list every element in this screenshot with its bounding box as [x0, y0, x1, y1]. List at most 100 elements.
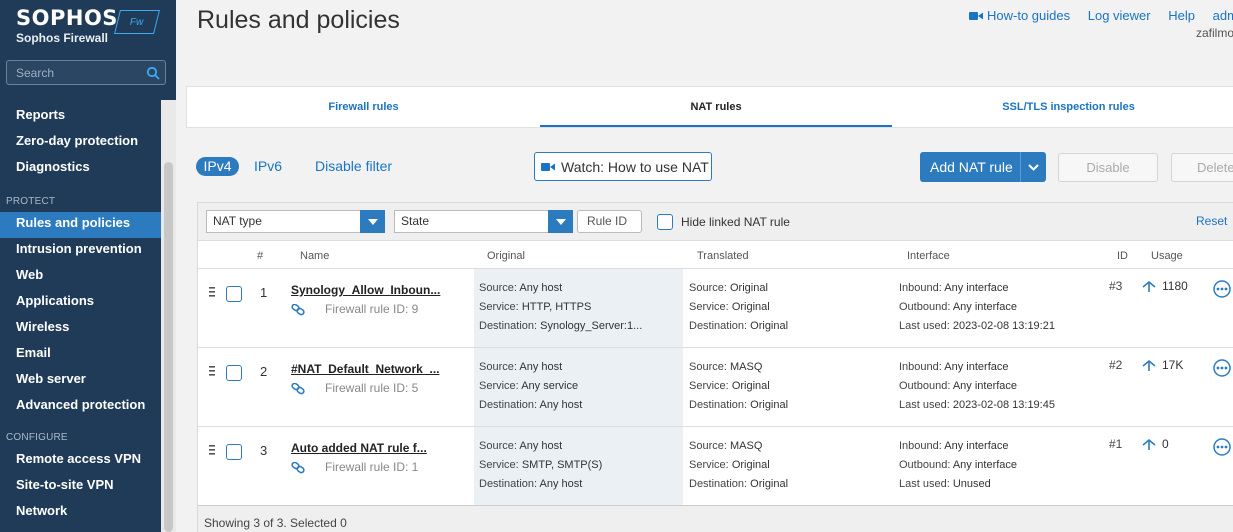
sidebar: SOPHOS Sophos Firewall Fw Reports Zero-d… [0, 0, 176, 532]
nav-item-web-server[interactable]: Web server [0, 368, 161, 394]
add-dropdown-toggle[interactable] [1021, 163, 1046, 171]
row-number: 3 [260, 443, 268, 458]
interface-cell: Inbound: Any interface Outbound: Any int… [899, 437, 1017, 494]
table-row[interactable]: 1 Synology_Allow_Inboun... Firewall rule… [198, 269, 1233, 348]
nav-item-intrusion-prevention[interactable]: Intrusion prevention [0, 238, 161, 264]
more-options-icon[interactable] [1213, 280, 1231, 298]
col-original[interactable]: Original [487, 250, 525, 262]
user-name: zafilmo [1196, 26, 1233, 40]
label-service: Service: [479, 459, 519, 471]
search-box[interactable] [6, 60, 166, 85]
row-checkbox[interactable] [226, 365, 242, 381]
nav-item-remote-access-vpn[interactable]: Remote access VPN [0, 448, 161, 474]
drag-handle-icon[interactable] [208, 287, 216, 297]
nat-type-select[interactable]: NAT type [206, 210, 385, 233]
rule-name-link[interactable]: Auto added NAT rule f... [291, 439, 427, 458]
nav-item-site-to-site-vpn[interactable]: Site-to-site VPN [0, 474, 161, 500]
rule-name-link[interactable]: Synology_Allow_Inboun... [291, 281, 440, 300]
row-number: 1 [260, 285, 268, 300]
tr-service: Original [731, 459, 770, 471]
add-nat-rule-button[interactable]: Add NAT rule [920, 152, 1046, 182]
row-checkbox[interactable] [226, 444, 242, 460]
nav-item-rules-and-policies[interactable]: Rules and policies [0, 212, 161, 238]
top-links: How-to guides Log viewer Help admin [969, 8, 1233, 23]
log-viewer-link[interactable]: Log viewer [1088, 8, 1151, 23]
video-camera-icon [969, 12, 983, 20]
nav-item-advanced-protection[interactable]: Advanced protection [0, 394, 161, 420]
drag-handle-icon[interactable] [208, 366, 216, 376]
label-service: Service: [689, 380, 729, 392]
state-dropdown-button[interactable] [548, 210, 573, 233]
outbound-value: Any interface [952, 301, 1018, 313]
brand-product: Sophos Firewall [16, 31, 109, 45]
admin-menu[interactable]: admin [1213, 8, 1233, 23]
nav-item-network[interactable]: Network [0, 500, 161, 526]
nav-item-email[interactable]: Email [0, 342, 161, 368]
ipv6-toggle[interactable]: IPv6 [254, 158, 282, 174]
nav-menu: Reports Zero-day protection Diagnostics … [0, 104, 161, 526]
rule-id-input[interactable]: Rule ID [577, 210, 642, 233]
ipv4-toggle[interactable]: IPv4 [196, 157, 239, 176]
usage-value: 17K [1162, 358, 1184, 372]
drag-handle-icon[interactable] [208, 445, 216, 455]
nav-item-reports[interactable]: Reports [0, 104, 161, 130]
reset-filter-link[interactable]: Reset [1196, 214, 1227, 228]
orig-service: HTTP, HTTPS [521, 301, 592, 313]
how-to-guides-link[interactable]: How-to guides [969, 8, 1070, 23]
table-row[interactable]: 3 Auto added NAT rule f... Firewall rule… [198, 427, 1233, 506]
label-destination: Destination: [689, 399, 748, 411]
help-link[interactable]: Help [1168, 8, 1195, 23]
hide-linked-label: Hide linked NAT rule [681, 215, 790, 229]
nav-section-protect: PROTECT [6, 196, 56, 207]
label-source: Source: [479, 361, 517, 373]
hide-linked-checkbox[interactable] [657, 214, 673, 230]
tab-firewall-rules[interactable]: Firewall rules [187, 87, 540, 127]
label-service: Service: [479, 380, 519, 392]
state-select[interactable]: State [394, 210, 573, 233]
delete-button[interactable]: Delete [1171, 153, 1233, 182]
disable-button[interactable]: Disable [1058, 153, 1158, 182]
fw-badge-text: Fw [130, 16, 144, 28]
orig-destination: Any host [539, 478, 583, 490]
label-inbound: Inbound: [899, 282, 942, 294]
more-options-icon[interactable] [1213, 438, 1231, 456]
orig-destination: Any host [539, 399, 583, 411]
disable-filter-link[interactable]: Disable filter [315, 158, 392, 174]
rule-name-cell: Auto added NAT rule f... Firewall rule I… [291, 439, 427, 477]
watch-video-button[interactable]: Watch: How to use NAT [534, 152, 712, 181]
caret-down-icon [367, 218, 378, 225]
row-checkbox[interactable] [226, 286, 242, 302]
last-used-value: Unused [952, 478, 991, 490]
usage-value: 0 [1162, 437, 1169, 451]
col-id[interactable]: ID [1117, 250, 1128, 262]
linked-firewall-rule[interactable]: Firewall rule ID: 9 [291, 300, 440, 319]
col-name[interactable]: Name [300, 250, 329, 262]
sidebar-scrollbar-thumb[interactable] [164, 162, 173, 532]
nat-type-dropdown-button[interactable] [360, 210, 385, 233]
rule-name-link[interactable]: #NAT_Default_Network_... [291, 360, 439, 379]
hide-linked-nat-option[interactable]: Hide linked NAT rule [657, 214, 790, 230]
firewall-rule-id: Firewall rule ID: 9 [325, 302, 419, 316]
search-input[interactable] [7, 61, 137, 84]
col-translated[interactable]: Translated [697, 250, 749, 262]
tab-nat-rules[interactable]: NAT rules [540, 87, 893, 127]
caret-down-icon [555, 218, 566, 225]
rules-tabs: Firewall rules NAT rules SSL/TLS inspect… [186, 86, 1233, 128]
linked-firewall-rule[interactable]: Firewall rule ID: 5 [291, 379, 439, 398]
nav-item-zero-day-protection[interactable]: Zero-day protection [0, 130, 161, 156]
tr-destination: Original [750, 399, 789, 411]
col-interface[interactable]: Interface [907, 250, 950, 262]
nav-item-wireless[interactable]: Wireless [0, 316, 161, 342]
more-options-icon[interactable] [1213, 359, 1231, 377]
nav-item-diagnostics[interactable]: Diagnostics [0, 156, 161, 182]
nav-item-web[interactable]: Web [0, 264, 161, 290]
nav-item-applications[interactable]: Applications [0, 290, 161, 316]
tab-ssl-tls-inspection-rules[interactable]: SSL/TLS inspection rules [892, 87, 1233, 127]
brand-logo[interactable]: SOPHOS Sophos Firewall Fw [16, 6, 160, 45]
tr-source: MASQ [729, 440, 763, 452]
linked-firewall-rule[interactable]: Firewall rule ID: 1 [291, 458, 427, 477]
search-icon[interactable] [146, 66, 160, 80]
table-row[interactable]: 2 #NAT_Default_Network_... Firewall rule… [198, 348, 1233, 427]
col-number[interactable]: # [257, 250, 263, 262]
col-usage[interactable]: Usage [1151, 250, 1183, 262]
